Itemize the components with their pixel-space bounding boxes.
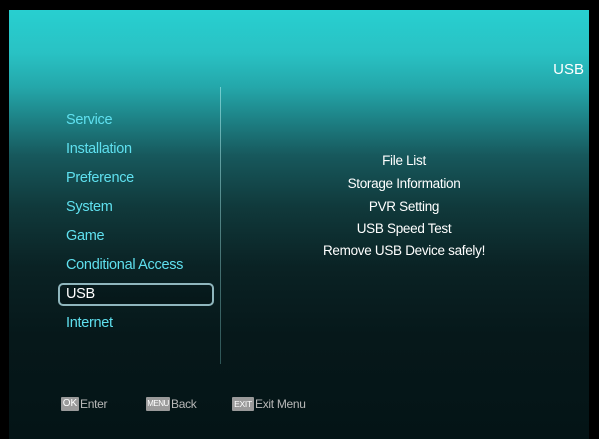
- top-band: [0, 0, 599, 10]
- submenu-item-file-list[interactable]: File List: [295, 153, 513, 169]
- menu-divider: [220, 87, 221, 364]
- hint-menu-label: Back: [171, 397, 197, 411]
- menu-item-installation[interactable]: Installation: [66, 140, 132, 158]
- menu-item-usb[interactable]: USB: [66, 285, 95, 303]
- submenu-item-storage-information[interactable]: Storage Information: [295, 176, 513, 192]
- menu-item-service[interactable]: Service: [66, 111, 113, 129]
- exit-key-icon: EXIT: [232, 397, 254, 411]
- submenu-item-pvr-setting[interactable]: PVR Setting: [295, 199, 513, 215]
- menu-item-system[interactable]: System: [66, 198, 113, 216]
- menu-item-preference[interactable]: Preference: [66, 169, 134, 187]
- tv-menu-screen: USB Service Installation Preference Syst…: [0, 0, 599, 439]
- menu-item-internet[interactable]: Internet: [66, 314, 113, 332]
- hint-exit-label: Exit Menu: [255, 397, 306, 411]
- hint-ok-label: Enter: [80, 397, 108, 411]
- screen-title: USB: [553, 61, 584, 78]
- ok-key-icon: OK: [61, 397, 79, 411]
- menu-key-icon: MENU: [146, 397, 170, 411]
- menu-item-game[interactable]: Game: [66, 227, 105, 245]
- submenu-item-usb-speed-test[interactable]: USB Speed Test: [295, 221, 513, 237]
- menu-item-conditional-access[interactable]: Conditional Access: [66, 256, 183, 274]
- submenu-item-remove-usb-device[interactable]: Remove USB Device safely!: [295, 243, 513, 259]
